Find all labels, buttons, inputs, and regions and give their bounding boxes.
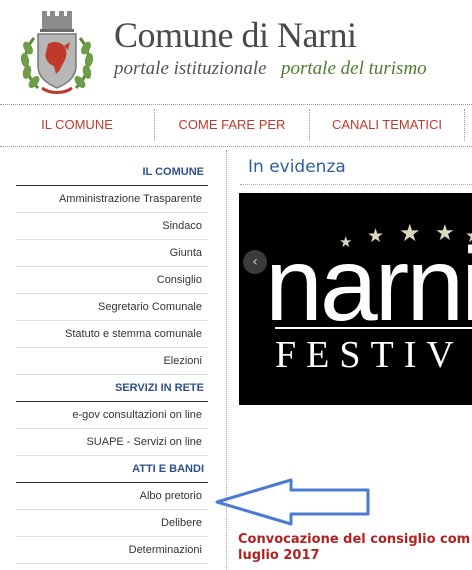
- sidebar-item-giunta[interactable]: Giunta: [16, 240, 208, 267]
- sidebar-item-determinazioni[interactable]: Determinazioni: [16, 537, 208, 564]
- sidebar: IL COMUNE Amministrazione Trasparente Si…: [16, 159, 208, 564]
- sidebar-item-elezioni[interactable]: Elezioni: [16, 348, 208, 375]
- nav-come-fare-per[interactable]: COME FARE PER: [155, 106, 309, 144]
- sidebar-item-albo-pretorio[interactable]: Albo pretorio: [16, 483, 208, 510]
- header-divider: [0, 104, 472, 105]
- sidebar-item-segretario-comunale[interactable]: Segretario Comunale: [16, 294, 208, 321]
- news-title-line: Convocazione del consiglio com: [238, 532, 471, 547]
- nav-canali-tematici[interactable]: CANALI TEMATICI: [310, 106, 464, 144]
- banner-rule: [275, 327, 472, 329]
- sidebar-item-amministrazione-trasparente[interactable]: Amministrazione Trasparente: [16, 186, 208, 213]
- sidebar-heading-il-comune: IL COMUNE: [16, 159, 208, 186]
- news-title-line: luglio 2017: [238, 548, 320, 563]
- sidebar-item-egov[interactable]: e-gov consultazioni on line: [16, 402, 208, 429]
- pointer-arrow-icon: [215, 478, 370, 526]
- nav-divider: [0, 146, 472, 147]
- portal-tourism-link[interactable]: portale del turismo: [281, 58, 427, 80]
- banner-subtitle-text: FESTIV: [275, 334, 464, 376]
- news-title-link[interactable]: Convocazione del consiglio com luglio 20…: [238, 532, 470, 564]
- site-header: Comune di Narni portale istituzionale po…: [0, 0, 472, 100]
- nav-separator: [464, 109, 465, 141]
- in-evidenza-heading: In evidenza: [248, 157, 346, 177]
- featured-banner[interactable]: ★ ★ ★ ★ ★ narni FESTIV ‹: [239, 193, 472, 405]
- sidebar-heading-servizi-in-rete: SERVIZI IN RETE: [16, 375, 208, 402]
- sidebar-item-suape[interactable]: SUAPE - Servizi on line: [16, 429, 208, 456]
- coat-of-arms-logo[interactable]: [14, 8, 100, 96]
- sidebar-item-consiglio[interactable]: Consiglio: [16, 267, 208, 294]
- sidebar-item-statuto[interactable]: Statuto e stemma comunale: [16, 321, 208, 348]
- site-title[interactable]: Comune di Narni: [114, 14, 357, 56]
- banner-brand-text: narni: [265, 227, 472, 343]
- sidebar-item-sindaco[interactable]: Sindaco: [16, 213, 208, 240]
- carousel-prev-button[interactable]: ‹: [243, 250, 267, 274]
- portal-institutional-link[interactable]: portale istituzionale: [114, 58, 267, 80]
- top-navigation: IL COMUNE COME FARE PER CANALI TEMATICI: [0, 106, 472, 144]
- sidebar-item-delibere[interactable]: Delibere: [16, 510, 208, 537]
- heading-divider: [240, 184, 472, 185]
- nav-il-comune[interactable]: IL COMUNE: [0, 106, 154, 144]
- sidebar-heading-atti-e-bandi: ATTI E BANDI: [16, 456, 208, 483]
